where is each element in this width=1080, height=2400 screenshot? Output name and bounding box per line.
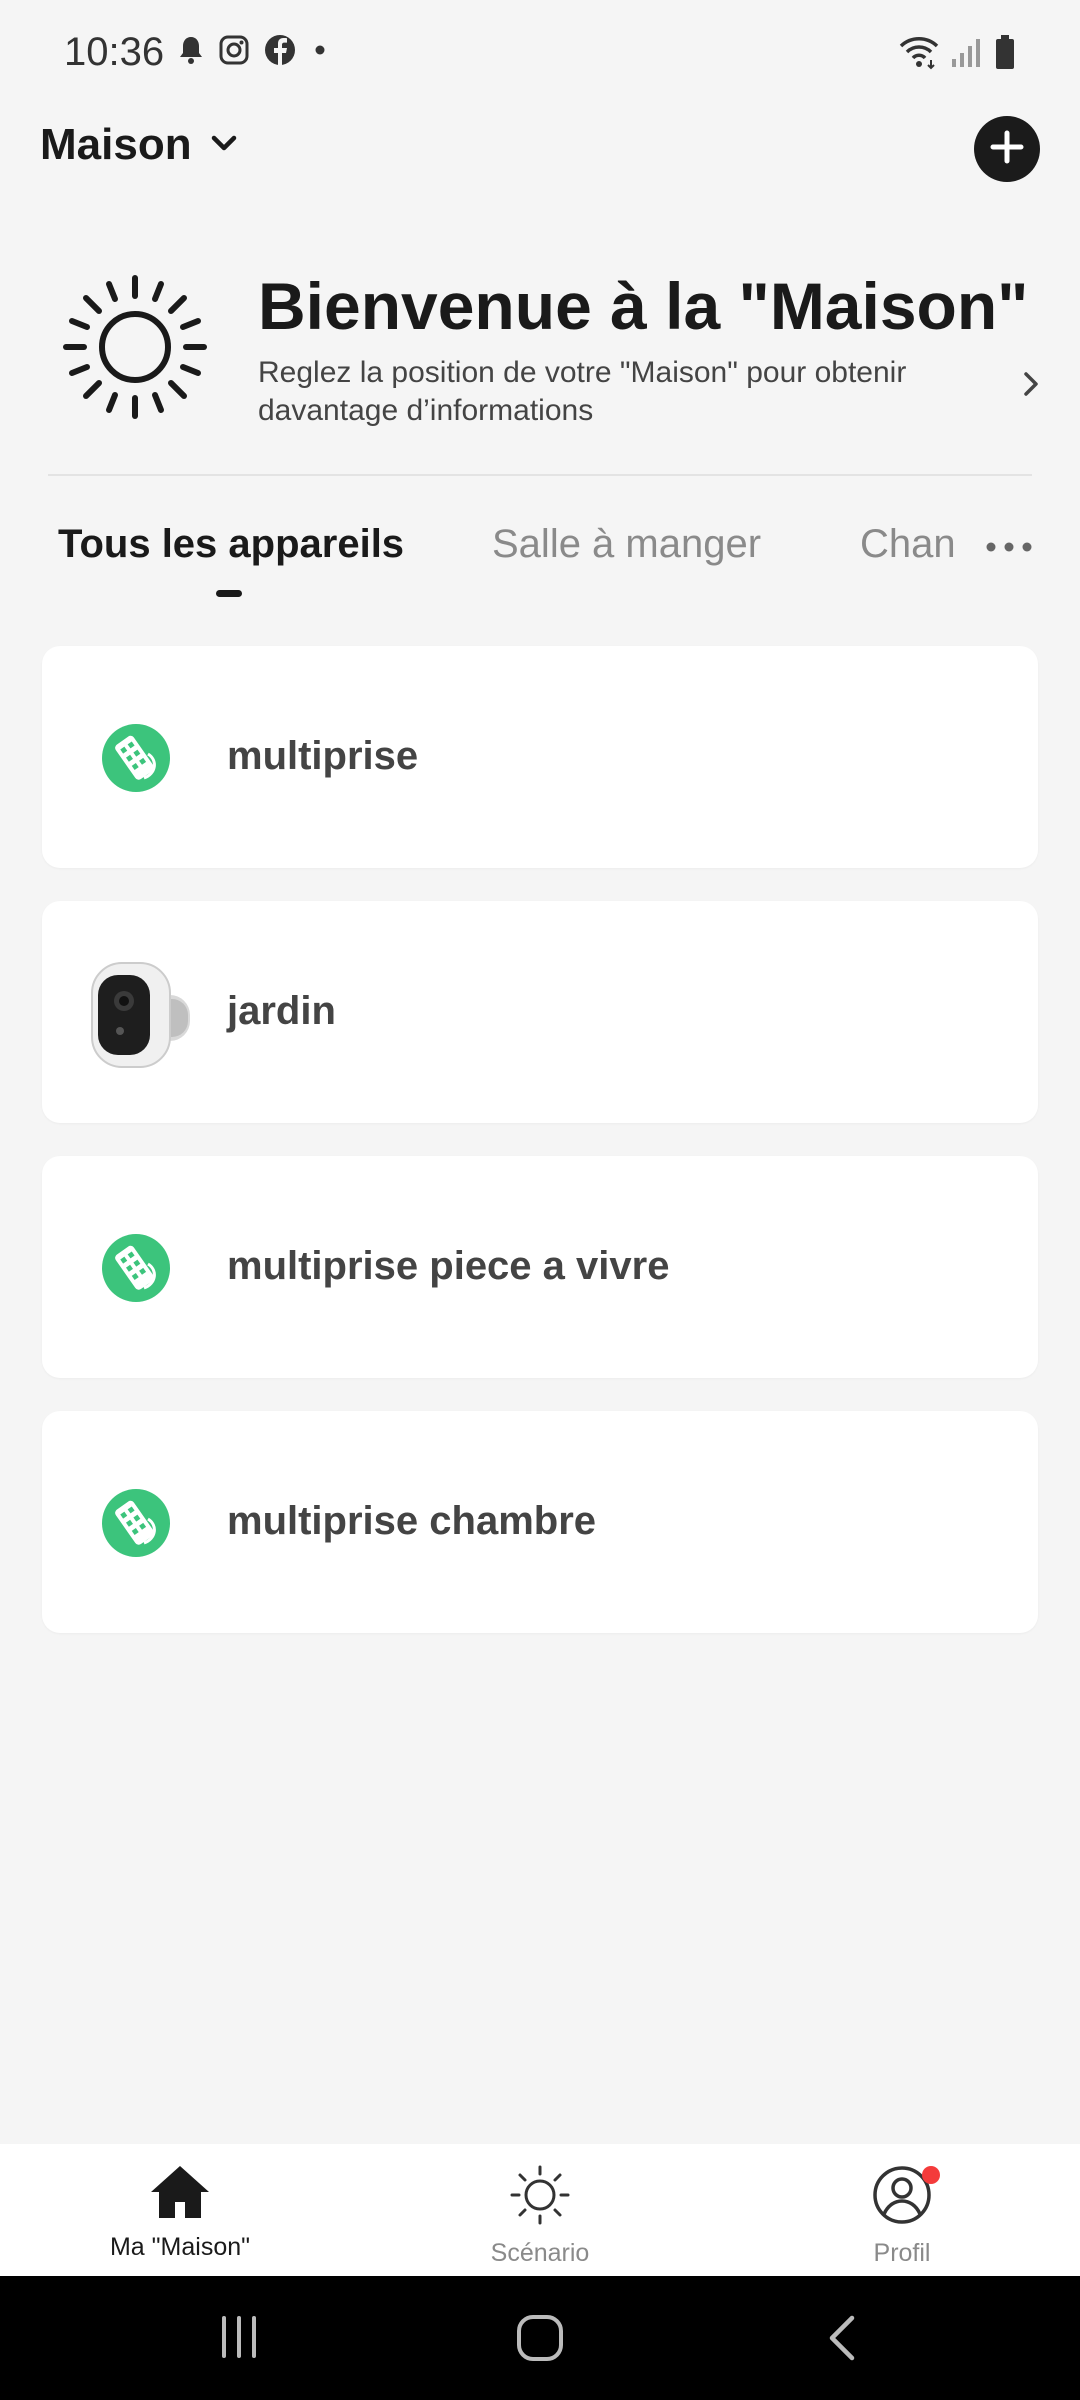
profile-icon (871, 2166, 933, 2230)
nav-scene-label: Scénario (490, 2239, 590, 2267)
wifi-icon (898, 34, 940, 75)
nav-profile[interactable]: Profil (782, 2164, 1022, 2268)
power-strip-icon (102, 724, 170, 792)
device-name: jardin (227, 989, 336, 1033)
power-strip-icon (102, 1234, 170, 1302)
tab-all-devices[interactable]: Tous les appareils (58, 522, 404, 567)
system-nav-bar (0, 2276, 1080, 2400)
device-card[interactable]: multiprise piece a vivre (42, 1156, 1038, 1378)
recent-apps-icon[interactable] (216, 2314, 262, 2365)
room-tabs: Tous les appareils Salle à manger Chan (0, 510, 1080, 600)
chevron-right-icon (1022, 370, 1040, 403)
divider (48, 474, 1032, 476)
notification-badge (922, 2166, 940, 2184)
bottom-nav: Ma "Maison" Scénario Profil (0, 2144, 1080, 2276)
welcome-title: Bienvenue à la "Maison" (258, 269, 1029, 343)
sun-icon (60, 272, 210, 427)
add-button[interactable] (974, 116, 1040, 182)
camera-icon (88, 955, 198, 1071)
status-bar: 10:36 (0, 0, 1080, 110)
home-button-icon[interactable] (516, 2314, 564, 2367)
signal-icon (950, 35, 984, 74)
nav-home-label: Ma "Maison" (109, 2233, 250, 2261)
device-card[interactable]: multiprise (42, 646, 1038, 868)
welcome-subtitle: Reglez la position de votre "Maison" pou… (258, 356, 907, 427)
power-strip-icon (102, 1489, 170, 1557)
device-card[interactable]: multiprise chambre (42, 1411, 1038, 1633)
tab-salle-a-manger[interactable]: Salle à manger (492, 522, 761, 567)
home-name: Maison (40, 120, 192, 169)
nav-scene[interactable]: Scénario (420, 2164, 660, 2268)
nav-profile-label: Profil (873, 2239, 931, 2267)
tab-chambre[interactable]: Chan (860, 522, 960, 567)
tab-indicator (216, 590, 242, 597)
status-time: 10:36 (64, 30, 165, 74)
battery-icon (994, 34, 1016, 75)
chevron-down-icon (210, 133, 238, 158)
device-name: multiprise piece a vivre (227, 1244, 670, 1288)
scene-icon (509, 2165, 571, 2230)
device-list: multiprise jardin multiprise piece a viv… (42, 646, 1038, 1666)
plus-icon (989, 129, 1025, 170)
more-options-icon[interactable] (984, 540, 1034, 559)
nav-home[interactable]: Ma "Maison" (60, 2164, 300, 2262)
welcome-banner[interactable]: Bienvenue à la "Maison" Reglez la positi… (0, 260, 1080, 460)
home-selector[interactable]: Maison (40, 120, 238, 170)
facebook-icon (264, 34, 296, 71)
home-icon (149, 2166, 211, 2224)
device-name: multiprise (227, 734, 419, 778)
back-icon[interactable] (826, 2314, 860, 2367)
device-card[interactable]: jardin (42, 901, 1038, 1123)
instagram-icon (218, 34, 250, 71)
device-name: multiprise chambre (227, 1499, 597, 1543)
bell-icon (178, 35, 204, 70)
dot-icon (310, 40, 330, 65)
